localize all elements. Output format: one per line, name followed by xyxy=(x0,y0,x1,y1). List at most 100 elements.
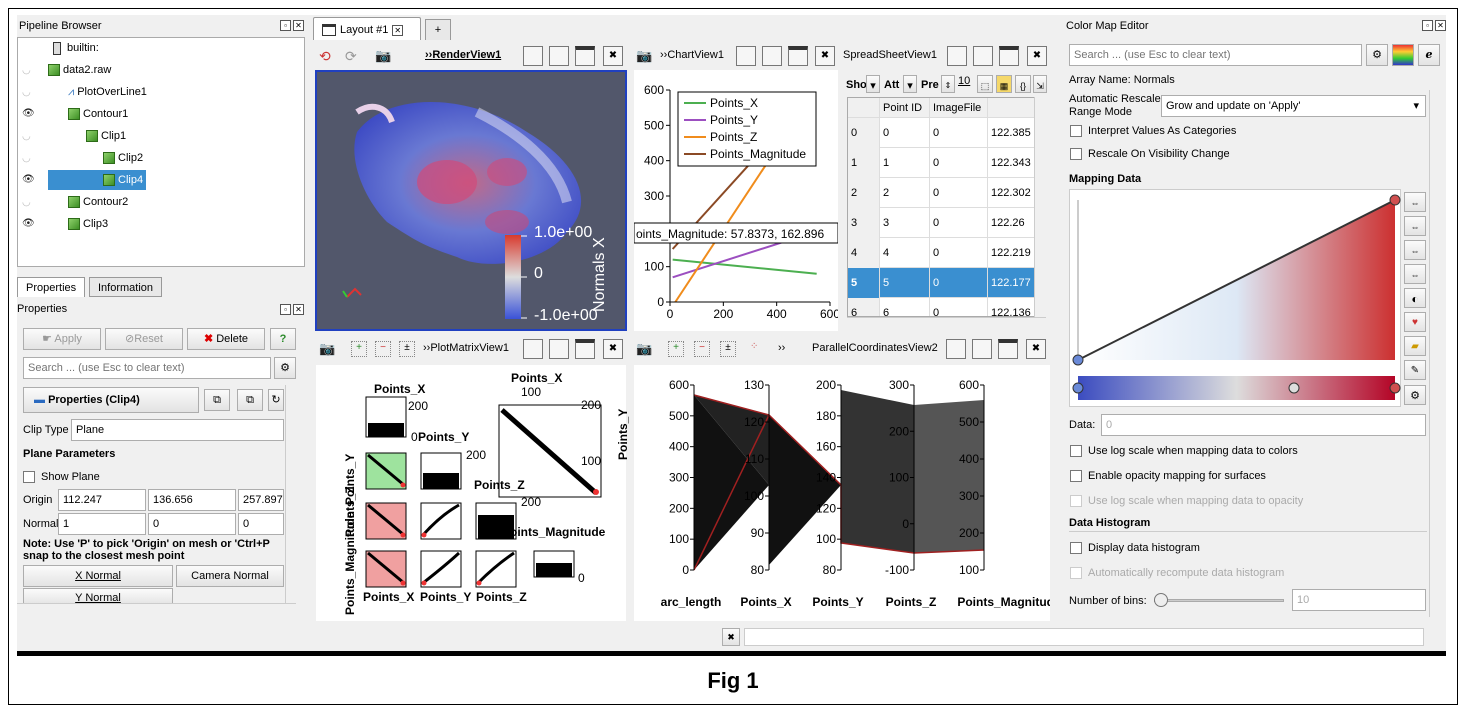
toggle-columns-icon[interactable]: {} xyxy=(1015,75,1031,93)
opacity-mapping-checkbox[interactable]: Enable opacity mapping for surfaces xyxy=(1070,470,1266,483)
table-row[interactable]: 0 0 0 122.385 xyxy=(848,118,1045,148)
table-cell[interactable]: 5 xyxy=(848,268,880,298)
transfer-function-editor[interactable] xyxy=(1069,189,1401,407)
parallel-more-icon[interactable]: ›› xyxy=(778,342,785,354)
log-opacity-checkbox[interactable]: Use log scale when mapping data to opaci… xyxy=(1070,495,1303,508)
properties-search-input[interactable] xyxy=(23,357,271,379)
add-selection-icon[interactable]: + xyxy=(668,341,684,357)
add-selection-icon[interactable]: + xyxy=(351,341,367,357)
table-cell[interactable]: 0 xyxy=(880,118,930,148)
pipeline-item-builtin[interactable]: builtin: xyxy=(53,38,99,58)
table-cell[interactable]: 3 xyxy=(848,208,880,238)
interpret-categories-checkbox[interactable]: Interpret Values As Categories xyxy=(1070,125,1236,138)
origin-z-field[interactable]: 257.897 xyxy=(238,489,284,511)
maximize-icon[interactable] xyxy=(998,339,1018,359)
data-field[interactable]: 0 xyxy=(1101,414,1426,436)
precision-value[interactable]: 10 xyxy=(958,75,970,87)
close-view-icon[interactable]: ✖ xyxy=(603,339,623,359)
tab-properties[interactable]: Properties xyxy=(17,277,86,297)
pipeline-item-clip4[interactable]: Clip4 xyxy=(48,170,146,190)
normal-x-field[interactable]: 1 xyxy=(58,513,146,535)
pipeline-item-clip3[interactable]: Clip3 xyxy=(68,214,108,234)
subtract-selection-icon[interactable]: − xyxy=(375,341,391,357)
column-header[interactable]: Point ID xyxy=(880,98,930,118)
maximize-icon[interactable] xyxy=(788,46,808,66)
table-cell[interactable]: 6 xyxy=(848,298,880,316)
refresh-icon[interactable]: ↻ xyxy=(268,389,284,411)
eye-icon[interactable]: 👁 xyxy=(22,108,35,119)
parallel-coordinates-view[interactable]: 600 500 400 300 200 100 0 arc_length 130 120 110 10… xyxy=(634,365,1061,621)
gear-icon[interactable]: ⚙ xyxy=(274,357,296,379)
gear-icon[interactable]: ⚙ xyxy=(1366,44,1388,66)
bins-field[interactable]: 10 xyxy=(1292,589,1426,611)
close-view-icon[interactable]: ✖ xyxy=(1027,46,1047,66)
table-cell[interactable]: 3 xyxy=(880,208,930,238)
eye-closed-icon[interactable]: ◡ xyxy=(22,65,31,76)
folder-icon[interactable]: ▰ xyxy=(1404,336,1426,356)
table-cell[interactable]: 0 xyxy=(930,178,988,208)
table-row[interactable]: 6 6 0 122.136 xyxy=(848,298,1045,316)
table-row[interactable]: 5 5 0 122.177 xyxy=(848,268,1045,298)
camera-icon[interactable]: 📷 xyxy=(319,341,335,357)
save-preset-icon[interactable]: ♥ xyxy=(1404,312,1426,332)
auto-rescale-select[interactable]: Grow and update on 'Apply' ▾ xyxy=(1161,95,1426,117)
edit-colormap-icon[interactable]: e xyxy=(1418,44,1440,66)
split-vertical-icon[interactable] xyxy=(762,46,782,66)
opacity-point[interactable] xyxy=(1389,194,1401,206)
maximize-icon[interactable] xyxy=(575,46,595,66)
invert-icon[interactable]: ◐ xyxy=(1404,288,1426,308)
render-view-name[interactable]: ››RenderView1 xyxy=(425,49,501,61)
log-scale-checkbox[interactable]: Use log scale when mapping data to color… xyxy=(1070,445,1298,458)
rescale-range-icon[interactable]: ⇔ xyxy=(1404,192,1426,212)
table-cell[interactable]: 0 xyxy=(848,118,880,148)
x-normal-button[interactable]: X Normal xyxy=(23,565,173,587)
gear-icon[interactable]: ⚙ xyxy=(1404,385,1426,405)
table-cell[interactable]: 4 xyxy=(880,238,930,268)
pipeline-item-contour1[interactable]: Contour1 xyxy=(68,104,128,124)
table-icon[interactable]: ▦ xyxy=(996,75,1012,93)
eye-closed-icon[interactable]: ◡ xyxy=(22,197,31,208)
colormap-scrollbar[interactable] xyxy=(1429,90,1441,617)
spreadsheet-hscrollbar[interactable] xyxy=(847,317,1046,329)
table-row[interactable]: 3 3 0 122.26 xyxy=(848,208,1045,238)
close-view-icon[interactable]: ✖ xyxy=(603,46,623,66)
color-preset-icon[interactable] xyxy=(1392,44,1414,66)
origin-x-field[interactable]: 112.247 xyxy=(58,489,146,511)
apply-button[interactable]: ☛ Apply xyxy=(23,328,101,350)
color-point[interactable] xyxy=(1072,382,1084,394)
select-cells-icon[interactable]: ⬚ xyxy=(977,75,993,93)
maximize-icon[interactable] xyxy=(575,339,595,359)
rescale-temporal-icon[interactable]: ⇔ xyxy=(1404,240,1426,260)
pipeline-item-contour2[interactable]: Contour2 xyxy=(68,192,128,212)
reset-button[interactable]: ⊘Reset xyxy=(105,328,183,350)
split-horizontal-icon[interactable] xyxy=(946,339,966,359)
colormap-search-input[interactable] xyxy=(1069,44,1362,66)
table-cell[interactable]: 0 xyxy=(930,298,988,316)
render-view[interactable]: 1.0e+00 0 -1.0e+00 Normals X xyxy=(315,70,627,331)
split-vertical-icon[interactable] xyxy=(972,339,992,359)
float-icon[interactable]: ▫ xyxy=(280,304,291,315)
origin-y-field[interactable]: 136.656 xyxy=(148,489,236,511)
pipeline-item-clip2[interactable]: Clip2 xyxy=(103,148,143,168)
close-view-icon[interactable]: ✖ xyxy=(815,46,835,66)
opacity-point[interactable] xyxy=(1072,354,1084,366)
auto-recompute-checkbox[interactable]: Automatically recompute data histogram xyxy=(1070,567,1284,580)
toggle-selection-icon[interactable]: ± xyxy=(399,341,415,357)
eye-closed-icon[interactable]: ◡ xyxy=(22,87,31,98)
rescale-visibility-checkbox[interactable]: Rescale On Visibility Change xyxy=(1070,148,1230,161)
show-plane-checkbox[interactable]: Show Plane xyxy=(23,471,100,484)
interaction-icon[interactable]: ⟳ xyxy=(345,48,361,64)
toggle-selection-icon[interactable]: ± xyxy=(720,341,736,357)
clear-selection-icon[interactable]: ⁘ xyxy=(750,341,766,357)
rescale-visible-icon[interactable]: ⇔ xyxy=(1404,264,1426,284)
split-horizontal-icon[interactable] xyxy=(736,46,756,66)
export-icon[interactable]: ⇲ xyxy=(1033,75,1047,93)
pipeline-item-plotoverline[interactable]: ⩘ PlotOverLine1 xyxy=(68,82,147,102)
table-row[interactable]: 1 1 0 122.343 xyxy=(848,148,1045,178)
split-horizontal-icon[interactable] xyxy=(947,46,967,66)
slider-handle[interactable] xyxy=(1154,593,1168,607)
camera-normal-button[interactable]: Camera Normal xyxy=(176,565,284,587)
parallel-view-name[interactable]: ParallelCoordinatesView2 xyxy=(812,342,938,354)
table-cell[interactable]: 0 xyxy=(930,268,988,298)
table-cell[interactable]: 1 xyxy=(880,148,930,178)
